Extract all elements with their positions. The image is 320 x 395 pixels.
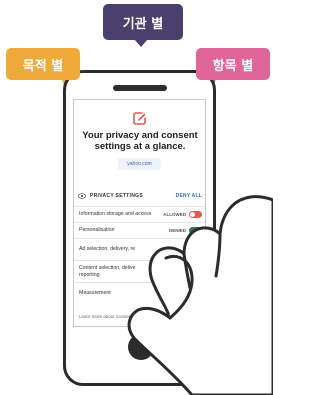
hand-icon bbox=[127, 195, 273, 395]
consent-logo-icon bbox=[133, 112, 146, 125]
tag-by-organization: 기관 별 bbox=[103, 4, 183, 40]
tag-by-purpose: 목적 별 bbox=[6, 48, 80, 80]
page-title: Your privacy and consent settings at a g… bbox=[82, 130, 198, 152]
phone-speaker bbox=[113, 85, 167, 91]
tag-by-item: 항목 별 bbox=[196, 48, 270, 80]
tag-by-organization-tail bbox=[134, 39, 148, 47]
eye-icon bbox=[78, 193, 86, 199]
consent-row-label-line2: reporting bbox=[79, 271, 100, 278]
